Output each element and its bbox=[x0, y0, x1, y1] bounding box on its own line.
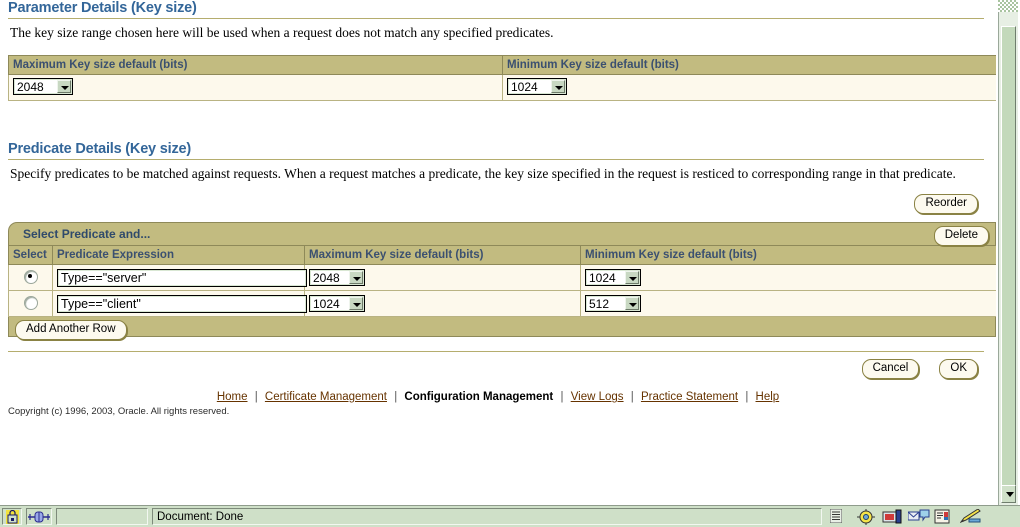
predicate-expression-input-row-2[interactable] bbox=[57, 294, 307, 313]
predicate-table-band: Select Predicate and... Delete bbox=[8, 222, 996, 247]
footer-separator: | bbox=[560, 391, 564, 404]
status-blank-cell bbox=[56, 508, 148, 525]
delete-button[interactable]: Delete bbox=[933, 226, 989, 247]
band-title: Select Predicate and... bbox=[23, 227, 151, 242]
mail-icon[interactable] bbox=[907, 509, 930, 524]
scrollbar-track[interactable] bbox=[998, 12, 1018, 505]
select-value: 2048 bbox=[17, 80, 44, 95]
min-key-size-select-row-1[interactable]: 1024 bbox=[585, 268, 641, 286]
column-header-max-key-size: Maximum Key size default (bits) bbox=[8, 54, 503, 75]
address-book-icon[interactable] bbox=[934, 509, 952, 524]
footer-link-practice-statement[interactable]: Practice Statement bbox=[641, 391, 738, 403]
lock-glyph bbox=[5, 509, 19, 524]
chevron-down-icon[interactable] bbox=[551, 80, 565, 94]
footer-separator: | bbox=[630, 391, 634, 404]
scrollbar-checker-area bbox=[998, 0, 1018, 12]
select-value: 1024 bbox=[313, 296, 340, 311]
form-actions: Cancel OK bbox=[0, 352, 996, 380]
component-bar bbox=[824, 508, 1020, 525]
predicate-table: Select Predicate Expression Maximum Key … bbox=[8, 245, 996, 318]
cell-max-key-size: 1024 bbox=[304, 290, 581, 318]
chevron-down-icon[interactable] bbox=[57, 80, 71, 94]
footer-link-configuration-management: Configuration Management bbox=[404, 391, 554, 404]
column-header-min-key-size: Minimum Key size default (bits) bbox=[502, 54, 996, 75]
footer-link-certificate-management[interactable]: Certificate Management bbox=[265, 391, 387, 403]
footer-separator: | bbox=[394, 391, 398, 404]
table-row: 2048 1024 bbox=[8, 74, 996, 101]
max-key-size-select-row-1[interactable]: 2048 bbox=[309, 268, 365, 286]
column-header-max-key-size: Maximum Key size default (bits) bbox=[304, 245, 581, 266]
min-key-size-select-row-2[interactable]: 512 bbox=[585, 294, 641, 312]
footer-links: Home | Certificate Management | Configur… bbox=[0, 379, 996, 403]
vertical-scrollbar[interactable] bbox=[998, 0, 1018, 505]
min-key-size-default-select[interactable]: 1024 bbox=[507, 78, 567, 96]
cell-min-key-size: 512 bbox=[580, 290, 996, 318]
footer-link-view-logs[interactable]: View Logs bbox=[571, 391, 624, 403]
cell-max-key-size-default: 2048 bbox=[8, 74, 503, 101]
cell-min-key-size-default: 1024 bbox=[502, 74, 996, 101]
footer-separator: | bbox=[745, 391, 749, 404]
footer-separator: | bbox=[254, 391, 258, 404]
predicate-details-description: Specify predicates to be matched against… bbox=[10, 165, 956, 181]
select-value: 1024 bbox=[511, 80, 538, 95]
cell-min-key-size: 1024 bbox=[580, 264, 996, 292]
cell-select bbox=[8, 264, 53, 292]
navigator-icon[interactable] bbox=[856, 509, 875, 525]
chevron-down-icon[interactable] bbox=[625, 296, 639, 310]
sidebar-toggle-icon[interactable] bbox=[829, 508, 848, 524]
connection-icon[interactable] bbox=[26, 508, 52, 525]
predicate-table-footer: Add Another Row bbox=[8, 317, 996, 341]
page-content: Parameter Details (Key size) The key siz… bbox=[0, 0, 996, 505]
cell-max-key-size: 2048 bbox=[304, 264, 581, 292]
copyright-text: Copyright (c) 1996, 2003, Oracle. All ri… bbox=[8, 406, 230, 418]
max-key-size-select-row-2[interactable]: 1024 bbox=[309, 294, 365, 312]
column-header-min-key-size: Minimum Key size default (bits) bbox=[580, 245, 996, 266]
reorder-row: Reorder bbox=[0, 183, 996, 215]
column-header-select: Select bbox=[8, 245, 53, 266]
add-another-row-button[interactable]: Add Another Row bbox=[15, 320, 127, 341]
composer-icon[interactable] bbox=[882, 509, 902, 524]
document-status-text: Document: Done bbox=[152, 508, 822, 525]
predicate-details-section: Predicate Details (Key size) Specify pre… bbox=[0, 140, 996, 341]
predicate-details-heading: Predicate Details (Key size) bbox=[8, 140, 191, 157]
ok-button[interactable]: OK bbox=[939, 359, 978, 380]
footer-link-home[interactable]: Home bbox=[217, 391, 248, 403]
delete-button-wrap: Delete bbox=[933, 225, 989, 247]
composer-pencil-icon[interactable] bbox=[959, 508, 981, 524]
reorder-button[interactable]: Reorder bbox=[914, 194, 978, 215]
status-bar: Document: Done bbox=[0, 505, 1020, 527]
table-row: 2048 1024 bbox=[8, 264, 996, 292]
parameter-defaults-table: Maximum Key size default (bits) Minimum … bbox=[8, 54, 996, 101]
scrollbar-thumb[interactable] bbox=[1001, 26, 1016, 488]
select-value: 2048 bbox=[313, 270, 340, 285]
browser-window: Parameter Details (Key size) The key siz… bbox=[0, 0, 1020, 527]
column-header-predicate-expression: Predicate Expression bbox=[52, 245, 305, 266]
network-plug-glyph bbox=[28, 511, 50, 522]
scroll-down-button[interactable] bbox=[1001, 485, 1016, 503]
predicate-radio-row-1[interactable] bbox=[23, 270, 38, 285]
predicate-expression-input-row-1[interactable] bbox=[57, 268, 307, 287]
cell-predicate-expression bbox=[52, 290, 307, 318]
chevron-down-icon[interactable] bbox=[349, 296, 363, 310]
table-header-row: Select Predicate Expression Maximum Key … bbox=[8, 245, 996, 266]
select-value: 512 bbox=[589, 296, 610, 311]
table-row: 1024 512 bbox=[8, 290, 996, 318]
cell-select bbox=[8, 290, 53, 318]
max-key-size-default-select[interactable]: 2048 bbox=[13, 78, 73, 96]
parameter-details-heading: Parameter Details (Key size) bbox=[8, 0, 197, 16]
cell-predicate-expression bbox=[52, 264, 307, 292]
select-value: 1024 bbox=[589, 270, 616, 285]
chevron-down-icon[interactable] bbox=[349, 270, 363, 284]
parameter-details-description: The key size range chosen here will be u… bbox=[10, 25, 554, 40]
parameter-details-section: Parameter Details (Key size) The key siz… bbox=[0, 0, 996, 101]
footer-link-help[interactable]: Help bbox=[756, 391, 780, 403]
predicate-radio-row-2[interactable] bbox=[23, 296, 38, 311]
chevron-down-icon[interactable] bbox=[625, 270, 639, 284]
table-header-row: Maximum Key size default (bits) Minimum … bbox=[8, 54, 996, 75]
security-lock-icon[interactable] bbox=[2, 508, 22, 525]
cancel-button[interactable]: Cancel bbox=[861, 359, 920, 380]
